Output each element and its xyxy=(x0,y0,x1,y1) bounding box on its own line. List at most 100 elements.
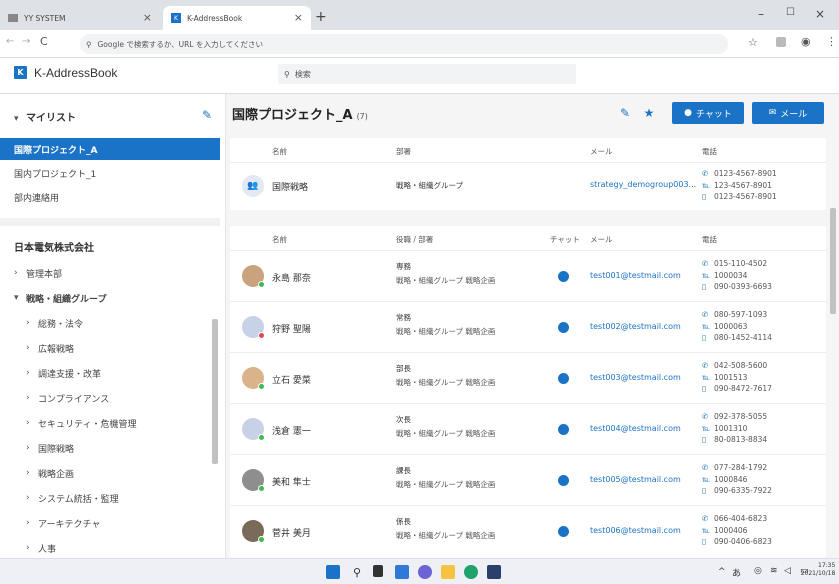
edit-group-button[interactable]: ✎ xyxy=(614,102,636,124)
search-input[interactable]: ⚲ 検索 xyxy=(278,64,576,84)
phone-icon: ✆ xyxy=(702,463,709,472)
omnibox-placeholder: Google で検索するか、URL を入力してください xyxy=(97,39,264,49)
sidebar: ▾ マイリスト ✎ 国際プロジェクト_A 国内プロジェクト_1 部内連絡用 日本電… xyxy=(0,94,226,558)
sidebar-item-org[interactable]: ▾ 戦略・組織グループ xyxy=(0,287,220,309)
close-window-icon[interactable]: × xyxy=(815,7,825,21)
sidebar-item-org[interactable]: › 人事 xyxy=(0,537,220,559)
chevron-right-icon: › xyxy=(26,368,30,378)
sidebar-item-mylist[interactable]: 国内プロジェクト_1 xyxy=(0,162,220,184)
clock[interactable]: 17:35 2021/10/18 xyxy=(801,562,836,578)
mobile-icon: ▯ xyxy=(702,192,707,201)
sidebar-item-org[interactable]: › 国際戦略 xyxy=(0,437,220,459)
table-row[interactable]: 菅井 美月 係長 戦略・組織グループ 戦略企画 test006@testmail.co… xyxy=(230,505,826,556)
search-icon: ⚲ xyxy=(284,69,290,79)
favorite-button[interactable]: ★ xyxy=(638,102,660,124)
sidebar-item-org[interactable]: › 管理本部 xyxy=(0,262,220,284)
start-icon[interactable] xyxy=(326,565,340,579)
group-icon: 👥 xyxy=(242,175,264,197)
member-table: 名前 役職 / 部署 チャット メール 電話 永島 那奈 専務 戦略・組織グループ … xyxy=(230,226,826,558)
table-row[interactable]: 立石 愛菜 部長 戦略・組織グループ 戦略企画 test003@testmail.co… xyxy=(230,352,826,403)
new-tab-icon[interactable]: + xyxy=(315,9,327,25)
chat-icon[interactable] xyxy=(558,373,569,384)
sidebar-item-org[interactable]: › セキュリティ・危機管理 xyxy=(0,412,220,434)
omnibox[interactable]: ⚲ Google で検索するか、URL を入力してください xyxy=(80,34,728,54)
back-icon[interactable]: ← xyxy=(6,36,14,47)
sidebar-item-org[interactable]: › アーキテクチャ xyxy=(0,512,220,534)
chat-icon[interactable] xyxy=(558,475,569,486)
sidebar-item-org[interactable]: › 戦略企画 xyxy=(0,462,220,484)
ime-indicator[interactable]: あ xyxy=(732,566,741,579)
close-icon[interactable]: × xyxy=(143,11,152,24)
chat-button[interactable]: ● チャット xyxy=(672,102,744,124)
sidebar-item-mylist[interactable]: 国際プロジェクト_A xyxy=(0,138,220,160)
sidebar-item-org[interactable]: › システム統括・監理 xyxy=(0,487,220,509)
file-explorer-icon[interactable] xyxy=(441,565,455,579)
chevron-right-icon: › xyxy=(26,443,30,453)
avatar xyxy=(242,418,265,441)
store-icon[interactable] xyxy=(487,565,501,579)
table-row[interactable]: 👥 国際戦略 戦略・組織グループ strategy_demogroup003..… xyxy=(230,162,826,208)
table-row[interactable]: 永島 那奈 専務 戦略・組織グループ 戦略企画 test001@testmail.co… xyxy=(230,250,826,301)
chat-icon[interactable] xyxy=(558,322,569,333)
search-icon: ⚲ xyxy=(86,39,92,49)
edit-icon[interactable]: ✎ xyxy=(202,108,212,122)
table-row[interactable]: 狩野 聖陽 常務 戦略・組織グループ 戦略企画 test002@testmail.co… xyxy=(230,301,826,352)
extension-icon[interactable] xyxy=(776,37,786,47)
maximize-icon[interactable]: ☐ xyxy=(786,7,795,18)
email-link[interactable]: strategy_demogroup003... xyxy=(590,180,696,189)
contact-name: 立石 愛菜 xyxy=(272,376,311,386)
reload-icon[interactable]: C xyxy=(40,35,48,48)
column-header: 名前 xyxy=(272,235,287,244)
sidebar-item-mylist[interactable]: 部内連絡用 xyxy=(0,186,220,208)
email-link[interactable]: test002@testmail.com xyxy=(590,322,681,331)
main-scrollbar[interactable] xyxy=(830,208,836,314)
forward-icon[interactable]: → xyxy=(22,36,30,47)
sidebar-item-org[interactable]: › コンプライアンス xyxy=(0,387,220,409)
widgets-icon[interactable] xyxy=(395,565,409,579)
contact-dept: 戦略・組織グループ 戦略企画 xyxy=(396,378,496,387)
group-table: 名前 部署 メール 電話 👥 国際戦略 戦略・組織グループ strategy_d… xyxy=(230,138,826,210)
menu-icon[interactable]: ⋮ xyxy=(826,35,837,48)
search-icon[interactable]: ⚲ xyxy=(350,565,364,579)
page-title: 国際プロジェクト_A (7) xyxy=(232,108,368,123)
mobile-icon: ▯ xyxy=(702,333,707,342)
chevron-up-icon[interactable]: ^ xyxy=(718,567,726,577)
extension-icon: ℡ xyxy=(702,321,711,331)
chat-icon[interactable] xyxy=(558,271,569,282)
edge-icon[interactable] xyxy=(464,565,478,579)
table-row[interactable]: 浅倉 憲一 次長 戦略・組織グループ 戦略企画 test004@testmail.co… xyxy=(230,403,826,454)
table-row[interactable]: 美和 隼士 課長 戦略・組織グループ 戦略企画 test005@testmail.co… xyxy=(230,454,826,505)
minimize-icon[interactable]: – xyxy=(758,7,764,21)
mobile-icon: ▯ xyxy=(702,486,707,495)
email-link[interactable]: test004@testmail.com xyxy=(590,424,681,433)
mobile-icon: ▯ xyxy=(702,384,707,393)
email-link[interactable]: test005@testmail.com xyxy=(590,475,681,484)
chat-app-icon[interactable] xyxy=(418,565,432,579)
task-view-icon[interactable] xyxy=(373,565,383,577)
chat-icon[interactable] xyxy=(558,526,569,537)
mail-button[interactable]: ✉ メール xyxy=(752,102,824,124)
sidebar-item-org[interactable]: › 調達支援・改革 xyxy=(0,362,220,384)
email-link[interactable]: test001@testmail.com xyxy=(590,271,681,280)
close-icon[interactable]: × xyxy=(294,11,303,24)
member-count: (7) xyxy=(356,112,368,121)
contact-name: 永島 那奈 xyxy=(272,274,311,284)
email-link[interactable]: test006@testmail.com xyxy=(590,526,681,535)
wifi-icon[interactable]: ≋ xyxy=(770,566,778,576)
mylist-header[interactable]: ▾ マイリスト xyxy=(14,109,76,124)
contact-dept: 戦略・組織グループ 戦略企画 xyxy=(396,327,496,336)
profile-icon[interactable]: ◉ xyxy=(801,35,811,48)
language-icon[interactable]: ◎ xyxy=(754,566,762,576)
mobile-icon: ▯ xyxy=(702,537,707,546)
chevron-right-icon: › xyxy=(14,268,18,278)
tab-yy-system[interactable]: YY SYSTEM × xyxy=(0,6,160,30)
sidebar-scrollbar[interactable] xyxy=(212,319,218,464)
bookmark-star-icon[interactable]: ☆ xyxy=(748,36,758,49)
sidebar-item-org[interactable]: › 総務・法令 xyxy=(0,312,220,334)
tab-k-addressbook[interactable]: K K-AddressBook × xyxy=(163,6,311,30)
volume-icon[interactable]: ◁ xyxy=(784,566,791,576)
email-link[interactable]: test003@testmail.com xyxy=(590,373,681,382)
chat-icon[interactable] xyxy=(558,424,569,435)
phone-list: ✆ 080-597-1093 ℡ 1000063 ▯ 080-1452-4114 xyxy=(702,310,772,342)
sidebar-item-org[interactable]: › 広報戦略 xyxy=(0,337,220,359)
